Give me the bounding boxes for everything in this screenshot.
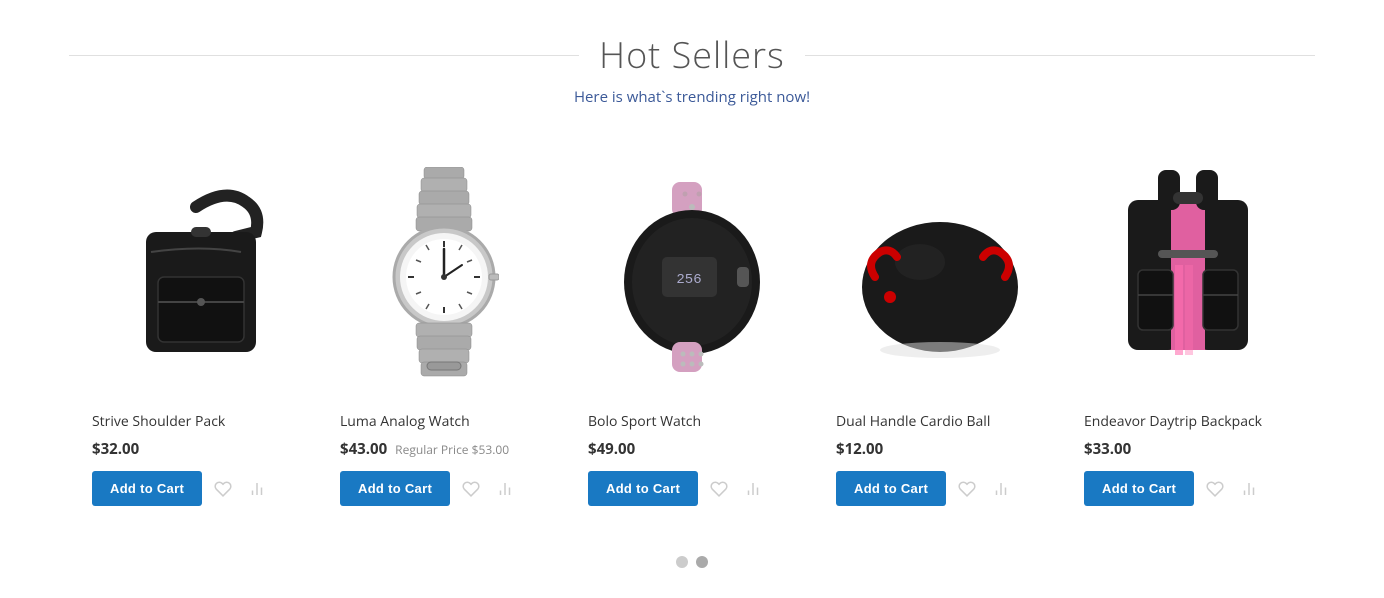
product-image-luma-analog-watch	[340, 157, 548, 397]
wishlist-button[interactable]	[210, 476, 236, 502]
section-header: Hot Sellers Here is what`s trending righ…	[0, 0, 1384, 117]
product-price-row: $32.00	[92, 439, 300, 459]
product-actions: Add to Cart	[588, 471, 796, 506]
heart-icon	[1206, 480, 1224, 498]
product-image-endeavor-daytrip-backpack: ●	[1084, 157, 1292, 397]
product-image-dual-handle-cardio-ball	[836, 157, 1044, 397]
carousel-dots	[0, 546, 1384, 598]
compare-button[interactable]	[740, 476, 766, 502]
compare-icon	[496, 480, 514, 498]
product-regular-price: Regular Price $53.00	[395, 441, 509, 458]
svg-text:256: 256	[676, 272, 701, 288]
product-price: $12.00	[836, 439, 883, 459]
product-name: Endeavor Daytrip Backpack	[1084, 412, 1292, 431]
compare-button[interactable]	[988, 476, 1014, 502]
compare-icon	[992, 480, 1010, 498]
compare-icon	[248, 480, 266, 498]
product-price-row: $49.00	[588, 439, 796, 459]
heart-icon	[214, 480, 232, 498]
product-price-row: $43.00 Regular Price $53.00	[340, 439, 548, 459]
product-price: $43.00	[340, 439, 387, 459]
product-name: Bolo Sport Watch	[588, 412, 796, 431]
product-card-endeavor-daytrip-backpack: ● Endeavor Daytrip Backpack $33.00 Add to …	[1064, 147, 1312, 526]
product-card-luma-analog-watch: Luma Analog Watch $43.00 Regular Price $53…	[320, 147, 568, 526]
carousel-dot-2[interactable]	[696, 556, 708, 568]
compare-button[interactable]	[492, 476, 518, 502]
product-price: $33.00	[1084, 439, 1131, 459]
add-to-cart-button[interactable]: Add to Cart	[92, 471, 202, 506]
carousel-dot-1[interactable]	[676, 556, 688, 568]
compare-button[interactable]	[1236, 476, 1262, 502]
compare-icon	[744, 480, 762, 498]
product-actions: Add to Cart	[92, 471, 300, 506]
svg-text:●: ●	[1184, 234, 1191, 248]
section-subtitle: Here is what`s trending right now!	[20, 87, 1364, 107]
product-price: $32.00	[92, 439, 139, 459]
product-actions: Add to Cart	[836, 471, 1044, 506]
heart-icon	[462, 480, 480, 498]
product-price: $49.00	[588, 439, 635, 459]
wishlist-button[interactable]	[1202, 476, 1228, 502]
heart-icon	[710, 480, 728, 498]
product-name: Dual Handle Cardio Ball	[836, 412, 1044, 431]
wishlist-button[interactable]	[954, 476, 980, 502]
product-price-row: $12.00	[836, 439, 1044, 459]
wishlist-button[interactable]	[706, 476, 732, 502]
wishlist-button[interactable]	[458, 476, 484, 502]
products-container: Strive Shoulder Pack $32.00 Add to Cart	[0, 117, 1384, 546]
add-to-cart-button[interactable]: Add to Cart	[836, 471, 946, 506]
add-to-cart-button[interactable]: Add to Cart	[340, 471, 450, 506]
section-title: Hot Sellers	[579, 30, 805, 79]
heart-icon	[958, 480, 976, 498]
product-price-row: $33.00	[1084, 439, 1292, 459]
product-actions: Add to Cart	[340, 471, 548, 506]
product-card-bolo-sport-watch: 256 Bolo Sport Watch $49.00 Add to Cart	[568, 147, 816, 526]
compare-button[interactable]	[244, 476, 270, 502]
add-to-cart-button[interactable]: Add to Cart	[1084, 471, 1194, 506]
add-to-cart-button[interactable]: Add to Cart	[588, 471, 698, 506]
product-name: Strive Shoulder Pack	[92, 412, 300, 431]
product-image-strive-shoulder-pack	[92, 157, 300, 397]
product-name: Luma Analog Watch	[340, 412, 548, 431]
product-card-dual-handle-cardio-ball: Dual Handle Cardio Ball $12.00 Add to Cart	[816, 147, 1064, 526]
compare-icon	[1240, 480, 1258, 498]
product-actions: Add to Cart	[1084, 471, 1292, 506]
product-image-bolo-sport-watch: 256	[588, 157, 796, 397]
product-card-strive-shoulder-pack: Strive Shoulder Pack $32.00 Add to Cart	[72, 147, 320, 526]
